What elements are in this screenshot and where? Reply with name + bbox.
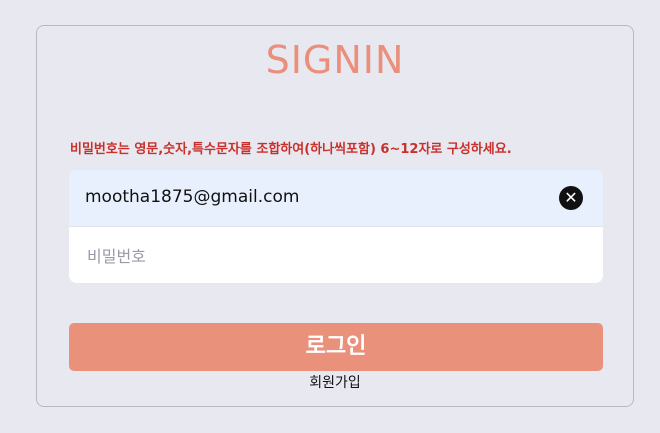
signin-card: SIGNIN 비밀번호는 영문,숫자,특수문자를 조합하여(하나씩포함) 6~1… xyxy=(36,25,634,407)
login-fields: mootha1875@gmail.com ✕ xyxy=(69,170,603,283)
close-icon[interactable]: ✕ xyxy=(559,186,583,210)
email-field[interactable]: mootha1875@gmail.com ✕ xyxy=(69,170,603,227)
login-button[interactable]: 로그인 xyxy=(69,323,603,371)
email-value[interactable]: mootha1875@gmail.com xyxy=(85,187,299,207)
signup-link[interactable]: 회원가입 xyxy=(37,372,633,392)
password-error-message: 비밀번호는 영문,숫자,특수문자를 조합하여(하나씩포함) 6~12자로 구성하… xyxy=(70,142,512,157)
page-title: SIGNIN xyxy=(265,38,405,82)
password-field[interactable] xyxy=(85,227,589,283)
password-field-row xyxy=(69,227,603,283)
